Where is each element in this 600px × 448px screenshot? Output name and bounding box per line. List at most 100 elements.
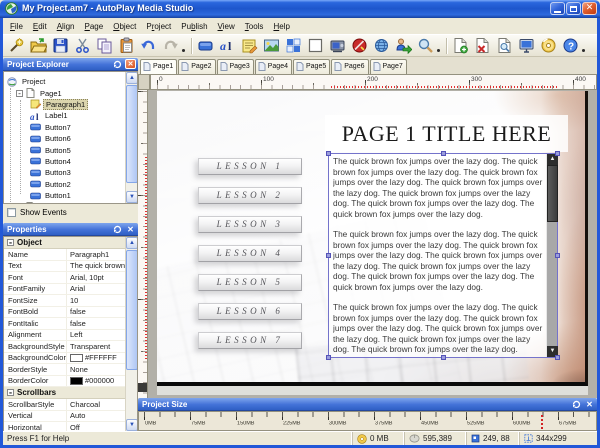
cut-button[interactable] [72,36,92,56]
remove-page-button[interactable] [472,36,492,56]
resize-handle-nw[interactable] [326,151,331,156]
autohide-pin-icon[interactable] [112,59,123,69]
button-object-button[interactable] [195,36,215,56]
scroll-down-arrow[interactable]: ▼ [126,419,138,431]
project-explorer-titlebar[interactable]: Project Explorer ✕ [3,58,138,71]
prop-row-alignment[interactable]: AlignmentLeft [4,330,137,342]
scroll-thumb[interactable] [126,85,138,183]
publish-wizard-button[interactable] [393,36,413,56]
maximize-button[interactable] [566,2,581,15]
autohide-pin-icon[interactable] [571,399,582,409]
lesson7-button[interactable]: LESSON 7 [198,332,302,349]
preview-page-button[interactable] [494,36,514,56]
resize-handle-ne[interactable] [555,151,560,156]
resize-handle-e[interactable] [555,253,560,258]
prop-row-vertical[interactable]: VerticalAuto [4,411,137,423]
color-swatch-white[interactable] [70,354,83,362]
open-project-button[interactable] [28,36,48,56]
hotspot-object-button[interactable] [349,36,369,56]
rectangle-object-button[interactable] [305,36,325,56]
new-project-button[interactable] [6,36,26,56]
zoom-dropdown-dot[interactable] [437,49,440,52]
tab-page6[interactable]: Page6 [331,59,368,74]
prop-row-fontitalic[interactable]: FontItalicfalse [4,318,137,330]
help-button[interactable]: ? [560,36,580,56]
scroll-thumb[interactable] [126,250,138,370]
tree-item-button3[interactable]: Button3 [4,167,137,178]
menu-project[interactable]: Project [141,20,176,33]
tree-item-button5[interactable]: Button5 [4,144,137,155]
menu-page[interactable]: Page [80,20,109,33]
lesson2-button[interactable]: LESSON 2 [198,187,302,204]
redo-button[interactable] [160,36,180,56]
resize-handle-s[interactable] [441,355,446,360]
help-dropdown-dot[interactable] [582,49,585,52]
prop-row-text[interactable]: TextThe quick brown [4,261,137,273]
prop-row-bordercolor[interactable]: BorderColor#000000 [4,376,137,388]
prop-row-scrollbarstyle[interactable]: ScrollbarStyleCharcoal [4,399,137,411]
tab-page4[interactable]: Page4 [255,59,292,74]
prop-row-fontbold[interactable]: FontBoldfalse [4,307,137,319]
scroll-up-arrow[interactable]: ▲ [126,72,138,84]
prop-row-name[interactable]: NameParagraph1 [4,249,137,261]
prop-row-horizontal[interactable]: HorizontalOff [4,422,137,431]
title-bar[interactable]: My Project.am7 - AutoPlay Media Studio ✕ [0,0,600,18]
tab-page3[interactable]: Page3 [217,59,254,74]
menu-help[interactable]: Help [268,20,294,33]
prop-row-font[interactable]: FontArial, 10pt [4,272,137,284]
undo-dropdown-dot[interactable] [182,49,185,52]
tree-item-page2[interactable]: +Page2 [4,201,137,204]
tree-item-button1[interactable]: Button1 [4,190,137,201]
paste-button[interactable] [116,36,136,56]
scroll-thumb[interactable] [547,165,558,222]
preview-button[interactable] [516,36,536,56]
web-object-button[interactable] [371,36,391,56]
lesson3-button[interactable]: LESSON 3 [198,216,302,233]
save-project-button[interactable] [50,36,70,56]
section-scrollbars[interactable]: -Scrollbars [4,387,137,399]
label-object-button[interactable]: al [217,36,237,56]
copy-button[interactable] [94,36,114,56]
menu-object[interactable]: Object [108,20,141,33]
prop-row-backgroundstyle[interactable]: BackgroundStyleTransparent [4,341,137,353]
collapse-icon[interactable]: - [16,90,23,97]
paragraph-object-selected[interactable]: The quick brown fox jumps over the lazy … [328,153,558,358]
properties-scrollbar[interactable]: ▲ ▼ [125,237,137,431]
tab-page7[interactable]: Page7 [370,59,407,74]
prop-row-fontsize[interactable]: FontSize10 [4,295,137,307]
tab-page1[interactable]: Page1 [140,59,177,74]
expand-icon[interactable]: + [16,203,23,204]
tree-item-button2[interactable]: Button2 [4,179,137,190]
lesson5-button[interactable]: LESSON 5 [198,274,302,291]
lesson1-button[interactable]: LESSON 1 [198,158,302,175]
properties-titlebar[interactable]: Properties ✕ [3,223,138,236]
menu-edit[interactable]: Edit [28,20,52,33]
tree-item-paragraph1[interactable]: Paragraph1 [4,99,137,110]
autohide-pin-icon[interactable] [112,224,123,234]
section-object[interactable]: -Object [4,237,137,249]
close-panel-icon[interactable]: ✕ [584,399,595,409]
build-button[interactable] [538,36,558,56]
prop-row-fontfamily[interactable]: FontFamilyArial [4,284,137,296]
scroll-up-arrow[interactable]: ▲ [126,237,138,249]
tab-page2[interactable]: Page2 [178,59,215,74]
tree-item-project[interactable]: Project [4,76,137,87]
resize-handle-w[interactable] [326,253,331,258]
flash-object-button[interactable] [283,36,303,56]
page-design-surface[interactable]: PAGE 1 TITLE HERE LESSON 1 LESSON 2 LESS… [157,91,588,386]
close-panel-icon[interactable]: ✕ [125,224,136,234]
show-events-checkbox[interactable] [7,208,16,217]
tree-item-button4[interactable]: Button4 [4,156,137,167]
scroll-down-arrow[interactable]: ▼ [126,191,138,203]
close-button[interactable]: ✕ [582,2,597,15]
prop-row-borderstyle[interactable]: BorderStyleNone [4,364,137,376]
resize-handle-se[interactable] [555,355,560,360]
menu-tools[interactable]: Tools [240,20,269,33]
menu-publish[interactable]: Publish [176,20,212,33]
tree-scrollbar[interactable]: ▲ ▼ [125,72,137,203]
color-swatch-black[interactable] [70,377,83,385]
close-panel-icon[interactable]: ✕ [125,59,136,69]
menu-align[interactable]: Align [52,20,80,33]
tree-item-page1[interactable]: -Page1 [4,87,137,98]
lesson4-button[interactable]: LESSON 4 [198,245,302,262]
